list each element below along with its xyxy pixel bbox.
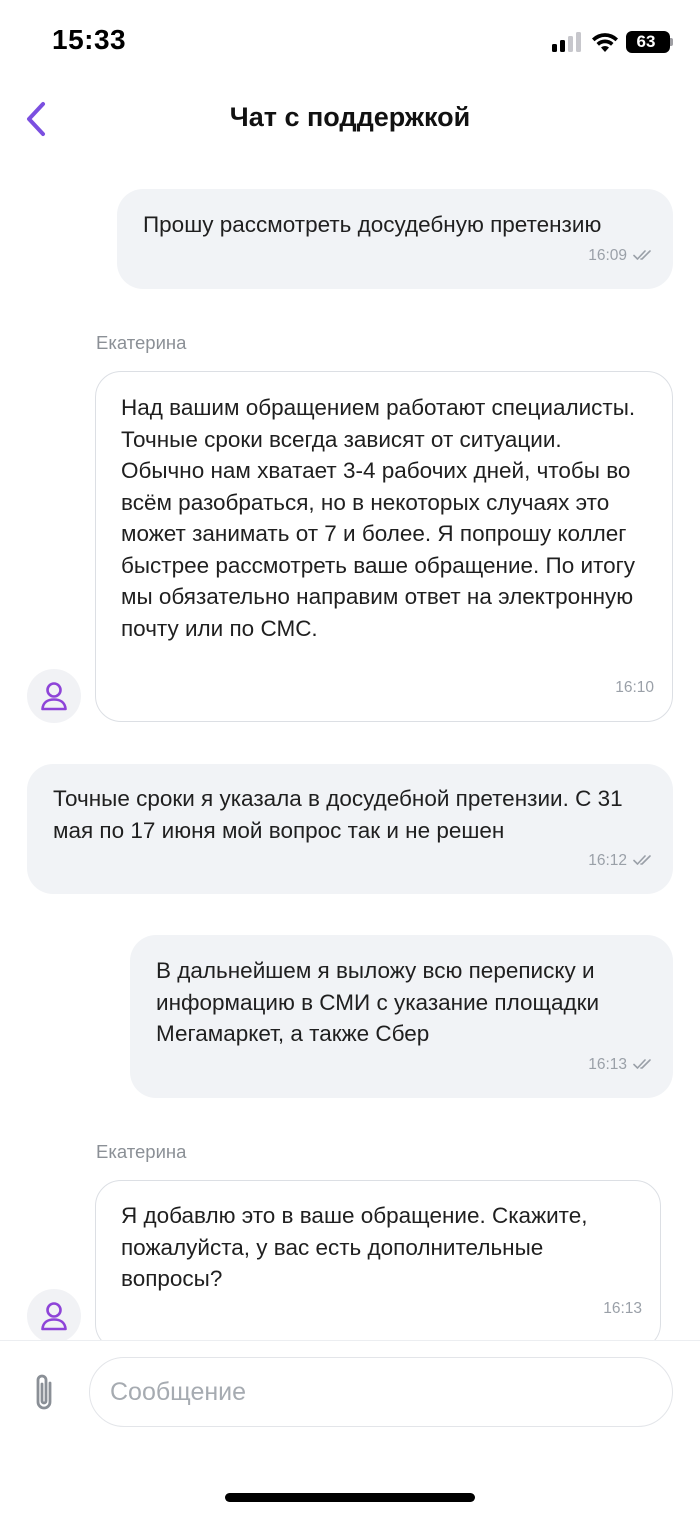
status-time: 15:33 [52,24,127,55]
message-time: 16:09 [588,246,627,264]
message-meta: 16:10 [615,672,654,704]
battery-cap [670,38,673,46]
message-meta: 16:13 [588,1049,655,1081]
message-text: Я добавлю это в ваше обращение. Скажите,… [121,1203,588,1291]
message-input[interactable] [89,1357,673,1427]
double-check-icon [633,250,651,261]
message-bubble-outgoing[interactable]: Прошу рассмотреть досудебную претензию 1… [117,189,673,289]
status-bar: 15:33 63 [0,0,700,86]
message-time: 16:12 [588,851,627,869]
sender-name: Екатерина [96,332,187,353]
battery-level: 63 [636,32,656,51]
message-time: 16:10 [615,678,654,696]
paperclip-icon [36,1374,52,1410]
message-time: 16:13 [588,1055,627,1073]
avatar [27,1289,81,1343]
message-bubble-incoming[interactable]: Я добавлю это в ваше обращение. Скажите,… [95,1180,661,1350]
message-bubble-outgoing[interactable]: В дальнейшем я выложу всю переписку и ин… [130,935,673,1098]
message-meta: 16:12 [588,845,655,877]
battery-icon: 63 [626,31,670,53]
wifi-icon [592,33,618,52]
cellular-signal-icon [552,32,582,52]
support-chat-screen: 15:33 63 Чат с поддержкой Прошу рассмотр… [0,0,700,1515]
message-bubble-incoming[interactable]: Над вашим обращением работают специалист… [95,371,673,722]
attach-button[interactable] [26,1369,62,1417]
navigation-bar: Чат с поддержкой [0,86,700,152]
message-bubble-outgoing[interactable]: Точные сроки я указала в досудебной прет… [27,764,673,894]
message-meta: 16:13 [603,1293,642,1325]
message-time: 16:13 [603,1299,642,1317]
message-text: В дальнейшем я выложу всю переписку и ин… [156,958,600,1046]
message-composer [0,1340,700,1515]
user-icon [41,682,67,711]
double-check-icon [633,1059,651,1070]
avatar [27,669,81,723]
sender-name: Екатерина [96,1141,187,1162]
home-indicator [225,1493,475,1502]
page-title: Чат с поддержкой [229,102,471,132]
message-meta: 16:09 [588,240,655,272]
message-text: Точные сроки я указала в досудебной прет… [53,786,623,843]
message-text: Над вашим обращением работают специалист… [121,395,636,641]
double-check-icon [633,855,651,866]
user-icon [41,1302,67,1331]
message-text: Прошу рассмотреть досудебную претензию [143,212,602,237]
